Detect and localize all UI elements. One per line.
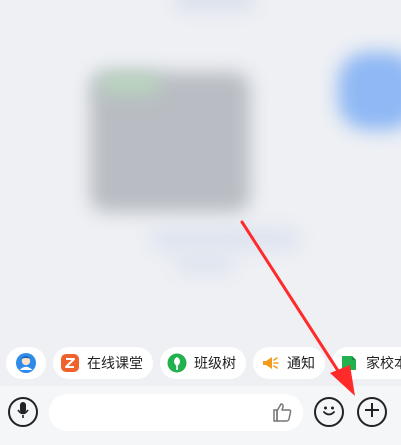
blurred-avatar — [338, 52, 401, 130]
home-school-book-label: 家校本 — [366, 356, 401, 372]
quick-action-bar: 在线课堂 班级树 通知 家校本 — [0, 341, 401, 385]
notice-label: 通知 — [287, 356, 315, 372]
quick-action-notice[interactable]: 通知 — [253, 347, 325, 379]
megaphone-icon — [259, 352, 281, 374]
microphone-icon — [14, 400, 32, 424]
quick-action-home-school-book[interactable]: 家校本 — [332, 347, 401, 379]
blurred-message — [175, 0, 255, 10]
online-class-icon — [59, 352, 81, 374]
class-tree-label: 班级树 — [194, 356, 236, 372]
home-school-book-icon — [338, 352, 360, 374]
quick-action-avatar[interactable] — [6, 347, 46, 379]
blurred-message — [150, 228, 300, 250]
emoji-button[interactable] — [314, 397, 344, 427]
message-text-input[interactable] — [49, 394, 303, 431]
quick-action-online-class[interactable]: 在线课堂 — [53, 347, 153, 379]
avatar-icon — [15, 352, 37, 374]
class-tree-icon — [166, 352, 188, 374]
quick-action-class-tree[interactable]: 班级树 — [160, 347, 246, 379]
voice-button[interactable] — [8, 397, 38, 427]
emoji-icon — [319, 400, 339, 424]
blurred-message-header — [100, 75, 160, 93]
plus-icon — [363, 401, 381, 423]
thumbs-up-icon[interactable] — [271, 400, 295, 424]
blurred-message-card — [90, 72, 250, 212]
blurred-message — [175, 255, 235, 273]
online-class-label: 在线课堂 — [87, 356, 143, 372]
message-input-bar — [0, 386, 401, 445]
chat-message-area — [0, 0, 401, 340]
more-button[interactable] — [357, 397, 387, 427]
